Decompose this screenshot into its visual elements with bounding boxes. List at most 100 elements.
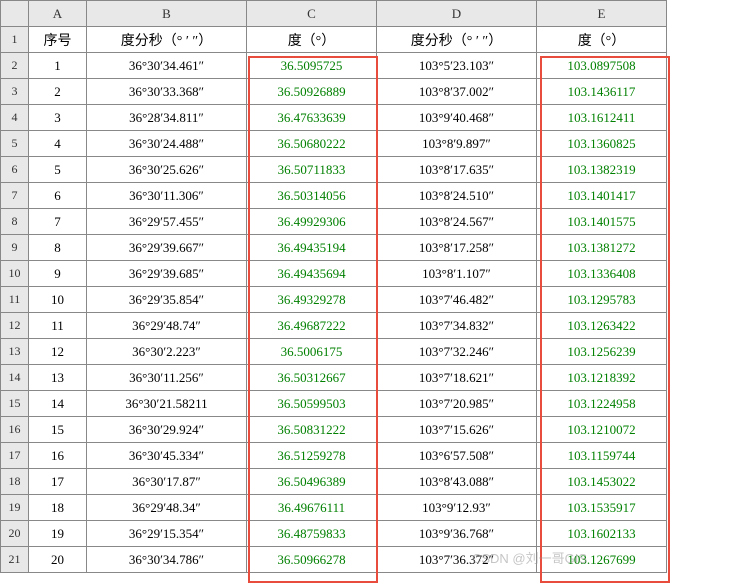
cell-dms-2[interactable]: 103°7′20.985″ [377,391,537,417]
cell-dms-1[interactable]: 36°30′2.223″ [87,339,247,365]
row-header-6[interactable]: 6 [1,157,29,183]
cell-seq[interactable]: 7 [29,209,87,235]
cell-seq[interactable]: 2 [29,79,87,105]
cell-deg-2[interactable]: 103.1382319 [537,157,667,183]
row-header-19[interactable]: 19 [1,495,29,521]
cell-deg-1[interactable]: 36.49929306 [247,209,377,235]
cell-dms-1[interactable]: 36°29′48.74″ [87,313,247,339]
cell-deg-2[interactable]: 103.1159744 [537,443,667,469]
row-header-12[interactable]: 12 [1,313,29,339]
row-header-1[interactable]: 1 [1,27,29,53]
cell-seq[interactable]: 8 [29,235,87,261]
cell-seq[interactable]: 12 [29,339,87,365]
cell-dms-1[interactable]: 36°30′11.256″ [87,365,247,391]
row-header-16[interactable]: 16 [1,417,29,443]
cell-dms-2[interactable]: 103°9′12.93″ [377,495,537,521]
cell-seq[interactable]: 4 [29,131,87,157]
header-B[interactable]: 度分秒（° ′ ″） [87,27,247,53]
cell-deg-1[interactable]: 36.5095725 [247,53,377,79]
cell-deg-2[interactable]: 103.1263422 [537,313,667,339]
cell-dms-2[interactable]: 103°8′24.567″ [377,209,537,235]
cell-deg-2[interactable]: 103.1612411 [537,105,667,131]
cell-dms-1[interactable]: 36°30′45.334″ [87,443,247,469]
cell-dms-2[interactable]: 103°7′32.246″ [377,339,537,365]
row-header-18[interactable]: 18 [1,469,29,495]
cell-deg-1[interactable]: 36.49435694 [247,261,377,287]
cell-deg-2[interactable]: 103.1401417 [537,183,667,209]
cell-dms-2[interactable]: 103°6′57.508″ [377,443,537,469]
cell-deg-1[interactable]: 36.48759833 [247,521,377,547]
cell-seq[interactable]: 3 [29,105,87,131]
row-header-13[interactable]: 13 [1,339,29,365]
header-D[interactable]: 度分秒（° ′ ″） [377,27,537,53]
cell-dms-2[interactable]: 103°8′37.002″ [377,79,537,105]
cell-dms-2[interactable]: 103°8′9.897″ [377,131,537,157]
cell-deg-1[interactable]: 36.49435194 [247,235,377,261]
cell-seq[interactable]: 16 [29,443,87,469]
cell-dms-1[interactable]: 36°28′34.811″ [87,105,247,131]
cell-deg-1[interactable]: 36.50966278 [247,547,377,573]
cell-seq[interactable]: 1 [29,53,87,79]
cell-dms-2[interactable]: 103°8′24.510″ [377,183,537,209]
cell-dms-2[interactable]: 103°9′36.768″ [377,521,537,547]
cell-dms-2[interactable]: 103°8′17.635″ [377,157,537,183]
cell-dms-1[interactable]: 36°29′57.455″ [87,209,247,235]
cell-seq[interactable]: 18 [29,495,87,521]
row-header-5[interactable]: 5 [1,131,29,157]
cell-dms-2[interactable]: 103°7′18.621″ [377,365,537,391]
cell-seq[interactable]: 11 [29,313,87,339]
col-header-C[interactable]: C [247,1,377,27]
cell-seq[interactable]: 15 [29,417,87,443]
cell-dms-1[interactable]: 36°30′25.626″ [87,157,247,183]
cell-dms-1[interactable]: 36°30′29.924″ [87,417,247,443]
cell-deg-2[interactable]: 103.0897508 [537,53,667,79]
row-header-2[interactable]: 2 [1,53,29,79]
cell-deg-1[interactable]: 36.49676111 [247,495,377,521]
cell-deg-2[interactable]: 103.1602133 [537,521,667,547]
cell-deg-2[interactable]: 103.1453022 [537,469,667,495]
cell-deg-2[interactable]: 103.1218392 [537,365,667,391]
cell-dms-2[interactable]: 103°8′1.107″ [377,261,537,287]
header-A[interactable]: 序号 [29,27,87,53]
cell-deg-2[interactable]: 103.1210072 [537,417,667,443]
cell-dms-1[interactable]: 36°30′21.58211 [87,391,247,417]
cell-deg-1[interactable]: 36.50496389 [247,469,377,495]
cell-deg-1[interactable]: 36.49329278 [247,287,377,313]
col-header-D[interactable]: D [377,1,537,27]
row-header-8[interactable]: 8 [1,209,29,235]
cell-dms-1[interactable]: 36°30′34.786″ [87,547,247,573]
cell-dms-2[interactable]: 103°7′46.482″ [377,287,537,313]
cell-seq[interactable]: 20 [29,547,87,573]
row-header-9[interactable]: 9 [1,235,29,261]
col-header-B[interactable]: B [87,1,247,27]
cell-deg-2[interactable]: 103.1535917 [537,495,667,521]
cell-seq[interactable]: 6 [29,183,87,209]
cell-dms-1[interactable]: 36°29′39.685″ [87,261,247,287]
corner-cell[interactable] [1,1,29,27]
row-header-15[interactable]: 15 [1,391,29,417]
cell-seq[interactable]: 17 [29,469,87,495]
cell-dms-1[interactable]: 36°29′15.354″ [87,521,247,547]
cell-deg-2[interactable]: 103.1267699 [537,547,667,573]
cell-dms-1[interactable]: 36°30′17.87″ [87,469,247,495]
cell-dms-2[interactable]: 103°7′15.626″ [377,417,537,443]
cell-seq[interactable]: 10 [29,287,87,313]
cell-deg-1[interactable]: 36.50926889 [247,79,377,105]
cell-deg-1[interactable]: 36.5006175 [247,339,377,365]
cell-dms-1[interactable]: 36°30′34.461″ [87,53,247,79]
cell-seq[interactable]: 5 [29,157,87,183]
cell-deg-1[interactable]: 36.51259278 [247,443,377,469]
cell-deg-1[interactable]: 36.50680222 [247,131,377,157]
cell-deg-2[interactable]: 103.1436117 [537,79,667,105]
cell-deg-1[interactable]: 36.49687222 [247,313,377,339]
header-E[interactable]: 度（°） [537,27,667,53]
cell-seq[interactable]: 14 [29,391,87,417]
cell-deg-2[interactable]: 103.1381272 [537,235,667,261]
row-header-20[interactable]: 20 [1,521,29,547]
cell-deg-2[interactable]: 103.1401575 [537,209,667,235]
cell-deg-1[interactable]: 36.50314056 [247,183,377,209]
row-header-14[interactable]: 14 [1,365,29,391]
cell-deg-1[interactable]: 36.50711833 [247,157,377,183]
cell-seq[interactable]: 19 [29,521,87,547]
row-header-11[interactable]: 11 [1,287,29,313]
